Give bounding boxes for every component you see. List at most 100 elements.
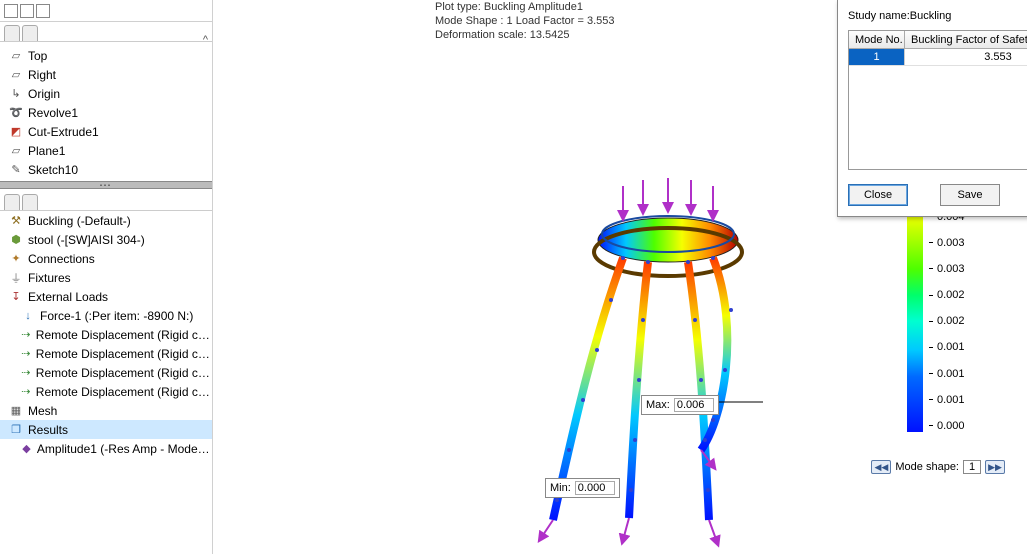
scroll-up-arrow[interactable]: ^ (203, 34, 208, 46)
tree-item-revolve1[interactable]: ➰ Revolve1 (0, 103, 212, 122)
tree-item-label: Cut-Extrude1 (28, 125, 99, 139)
tree-item-sketch10[interactable]: ✎ Sketch10 (0, 160, 212, 179)
plane-icon: ▱ (8, 49, 24, 63)
graphics-viewport[interactable]: Plot type: Buckling Amplitude1 Mode Shap… (213, 0, 1027, 554)
legend-tick: 0.000 (929, 420, 965, 432)
min-callout: Min: (545, 478, 620, 498)
cut-icon: ◩ (8, 125, 24, 139)
max-value-field[interactable] (674, 398, 714, 412)
displacement-icon: ⇢ (20, 385, 32, 399)
tree-item-origin[interactable]: ↳ Origin (0, 84, 212, 103)
tree-item-force1[interactable]: ↓ Force-1 (:Per item: -8900 N:) (0, 306, 212, 325)
tree-item-remote-disp-4[interactable]: ⇢ Remote Displacement (Rigid connection)… (0, 382, 212, 401)
tree-item-results[interactable]: ❐ Results (0, 420, 212, 439)
table-row[interactable]: 1 3.553 (849, 49, 1027, 66)
save-button[interactable]: Save (940, 184, 1000, 206)
tree-item-label: Origin (28, 87, 60, 101)
tree-item-plane1[interactable]: ▱ Plane1 (0, 141, 212, 160)
legend-tick: 0.001 (929, 368, 965, 380)
panel-split-handle[interactable] (0, 181, 212, 189)
tree-item-top[interactable]: ▱ Top (0, 46, 212, 65)
tab-property-mgr[interactable] (22, 25, 38, 41)
tree-item-label: Force-1 (:Per item: -8900 N:) (40, 309, 193, 323)
tab-sim-study[interactable] (4, 194, 20, 210)
origin-icon: ↳ (8, 87, 24, 101)
cell-fos: 3.553 (905, 49, 1027, 65)
plot-info-line: Mode Shape : 1 Load Factor = 3.553 (435, 14, 615, 28)
mode-shape-label: Mode shape: (895, 461, 959, 473)
legend-tick: 0.002 (929, 289, 965, 301)
dialog-table-header: Mode No. Buckling Factor of Safety (849, 31, 1027, 49)
sim-tree-tab-strip (0, 191, 212, 211)
feature-tree-header (0, 0, 212, 22)
tree-item-label: Sketch10 (28, 163, 78, 177)
tree-item-label: stool (-[SW]AISI 304-) (28, 233, 145, 247)
cell-mode-no: 1 (849, 49, 905, 65)
connections-icon: ✦ (8, 252, 24, 266)
mode-shape-value[interactable] (963, 460, 981, 474)
min-label: Min: (550, 482, 571, 494)
displacement-icon: ⇢ (20, 328, 32, 342)
tree-item-stool-part[interactable]: ⬢ stool (-[SW]AISI 304-) (0, 230, 212, 249)
tab-sim-other[interactable] (22, 194, 38, 210)
feature-tree: ^ ▱ Top ▱ Right ↳ Origin ➰ Revolve1 ◩ Cu… (0, 42, 212, 179)
tree-item-connections[interactable]: ✦ Connections (0, 249, 212, 268)
tree-item-label: Mesh (28, 404, 57, 418)
plane-icon: ▱ (8, 144, 24, 158)
results-icon: ❐ (8, 423, 24, 437)
study-icon: ⚒ (8, 214, 24, 228)
tree-item-remote-disp-2[interactable]: ⇢ Remote Displacement (Rigid connection)… (0, 344, 212, 363)
tree-item-amplitude1[interactable]: ◆ Amplitude1 (-Res Amp - Mode Shape 1-) (0, 439, 212, 458)
tree-item-label: Remote Displacement (Rigid connection)-4… (36, 385, 212, 399)
mode-shape-stepper: ◀◀ Mode shape: ▶▶ (871, 460, 1005, 474)
legend-tick: 0.003 (929, 263, 965, 275)
fixtures-icon: ⏚ (8, 271, 24, 285)
close-button[interactable]: Close (848, 184, 908, 206)
dialog-table: Mode No. Buckling Factor of Safety 1 3.5… (848, 30, 1027, 170)
mesh-icon: ▦ (8, 404, 24, 418)
mode-shape-next-button[interactable]: ▶▶ (985, 460, 1005, 474)
displacement-icon: ⇢ (20, 366, 32, 380)
tree-item-label: Results (28, 423, 68, 437)
legend-tick: 0.001 (929, 394, 965, 406)
tree-item-buckling-study[interactable]: ⚒ Buckling (-Default-) (0, 211, 212, 230)
sketch-icon: ✎ (8, 163, 24, 177)
tab-feature-tree[interactable] (4, 25, 20, 41)
mode-list-dialog: Study name:Buckling Mode No. Buckling Fa… (837, 0, 1027, 217)
col-header-mode-no[interactable]: Mode No. (849, 31, 905, 48)
tree-item-label: Right (28, 68, 56, 82)
force-icon: ↓ (20, 309, 36, 323)
mode-shape-prev-button[interactable]: ◀◀ (871, 460, 891, 474)
tree-item-fixtures[interactable]: ⏚ Fixtures (0, 268, 212, 287)
tree-item-label: Remote Displacement (Rigid connection)-2… (36, 347, 212, 361)
feature-manager-panel: ^ ▱ Top ▱ Right ↳ Origin ➰ Revolve1 ◩ Cu… (0, 0, 213, 554)
legend-tick: 0.001 (929, 341, 965, 353)
header-icon (4, 4, 18, 18)
max-label: Max: (646, 399, 670, 411)
plane-icon: ▱ (8, 68, 24, 82)
min-value-field[interactable] (575, 481, 615, 495)
tree-item-cut-extrude1[interactable]: ◩ Cut-Extrude1 (0, 122, 212, 141)
feature-tree-tab-strip (0, 22, 212, 42)
dialog-study-name: Study name:Buckling (848, 10, 1027, 22)
simulation-tree: ⚒ Buckling (-Default-) ⬢ stool (-[SW]AIS… (0, 211, 212, 458)
tree-item-label: Revolve1 (28, 106, 78, 120)
col-header-fos[interactable]: Buckling Factor of Safety (905, 31, 1027, 48)
tree-item-mesh[interactable]: ▦ Mesh (0, 401, 212, 420)
header-icon (20, 4, 34, 18)
max-callout: Max: (641, 395, 719, 415)
plot-info-line: Plot type: Buckling Amplitude1 (435, 0, 615, 14)
part-icon: ⬢ (8, 233, 24, 247)
tree-item-external-loads[interactable]: ↧ External Loads (0, 287, 212, 306)
tree-item-remote-disp-1[interactable]: ⇢ Remote Displacement (Rigid connection)… (0, 325, 212, 344)
legend-tick: 0.003 (929, 237, 965, 249)
amplitude-icon: ◆ (20, 442, 33, 456)
tree-item-label: Remote Displacement (Rigid connection)-1… (36, 328, 212, 342)
tree-item-label: Remote Displacement (Rigid connection)-3… (36, 366, 212, 380)
tree-item-label: External Loads (28, 290, 108, 304)
tree-item-remote-disp-3[interactable]: ⇢ Remote Displacement (Rigid connection)… (0, 363, 212, 382)
loads-icon: ↧ (8, 290, 24, 304)
displacement-icon: ⇢ (20, 347, 32, 361)
tree-item-right[interactable]: ▱ Right (0, 65, 212, 84)
tree-item-label: Top (28, 49, 47, 63)
